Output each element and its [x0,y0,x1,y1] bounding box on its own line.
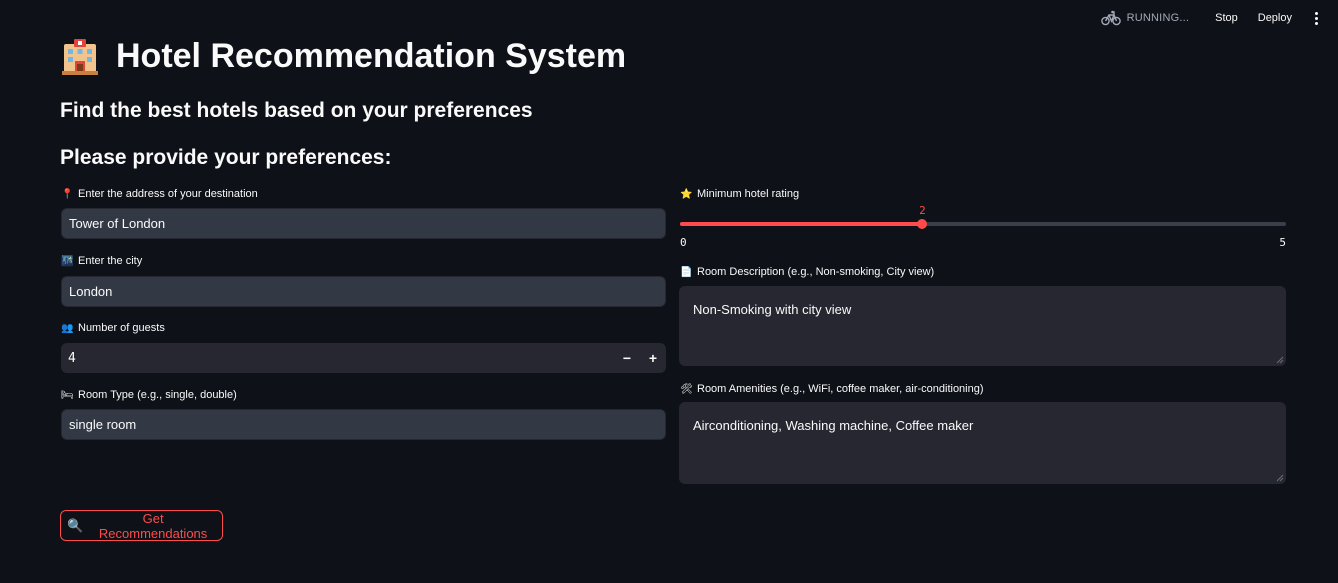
city-icon: 🌃 [61,255,74,267]
room-type-label: 🛏 Room Type (e.g., single, double) [61,389,237,401]
guests-label: 👥 Number of guests [61,322,165,334]
people-icon: 👥 [61,322,74,334]
increment-button[interactable]: + [640,343,666,373]
star-icon: ⭐ [680,188,693,200]
running-indicator: RUNNING... [1100,10,1190,26]
address-label-text: Enter the address of your destination [78,188,258,200]
main-menu-icon[interactable] [1306,11,1326,25]
page-title-text: Hotel Recommendation System [116,36,627,75]
get-recommendations-label: Get Recommendations [98,510,208,541]
address-input[interactable]: Tower of London [61,208,666,239]
description-label-text: Room Description (e.g., Non-smoking, Cit… [697,266,935,278]
pin-icon: 📍 [61,188,74,200]
description-textarea[interactable]: Non-Smoking with city view [679,286,1286,366]
slider-fill [680,222,923,226]
city-label-text: Enter the city [78,255,143,267]
guests-value[interactable]: 4 [61,351,614,366]
get-recommendations-button[interactable]: 🔍 Get Recommendations [60,510,223,541]
slider-thumb[interactable] [917,219,928,229]
amenities-value: Airconditioning, Washing machine, Coffee… [693,418,974,433]
guests-label-text: Number of guests [78,322,165,334]
city-label: 🌃 Enter the city [61,255,142,267]
document-icon: 📄 [680,266,693,278]
search-icon: 🔍 [67,517,84,533]
tools-icon: 🛠 [680,383,693,395]
amenities-label-text: Room Amenities (e.g., WiFi, coffee maker… [697,383,984,395]
top-bar: RUNNING... Stop Deploy [1100,0,1338,36]
bed-icon: 🛏 [61,389,74,401]
slider-max: 5 [1279,236,1286,249]
address-label: 📍 Enter the address of your destination [61,188,258,200]
bicycle-icon [1100,10,1121,26]
description-label: 📄 Room Description (e.g., Non-smoking, C… [680,266,934,278]
page-subtitle: Find the best hotels based on your prefe… [60,99,533,122]
slider-current-value: 2 [919,204,926,217]
room-type-input[interactable]: single room [61,409,666,440]
city-input[interactable]: London [61,276,666,307]
page-title: Hotel Recommendation System [60,36,626,76]
guests-number-input: 4 − + [61,343,666,373]
amenities-textarea[interactable]: Airconditioning, Washing machine, Coffee… [679,402,1286,484]
slider-min: 0 [680,236,687,249]
resize-handle-icon[interactable] [1276,474,1284,482]
resize-handle-icon[interactable] [1276,356,1284,364]
running-status: RUNNING... [1126,12,1190,24]
hotel-icon [62,39,98,75]
stop-button[interactable]: Stop [1205,8,1248,28]
section-heading: Please provide your preferences: [60,146,392,169]
rating-label-text: Minimum hotel rating [697,188,800,200]
rating-label: ⭐ Minimum hotel rating [680,188,799,200]
description-value: Non-Smoking with city view [693,302,852,317]
room-type-label-text: Room Type (e.g., single, double) [78,389,237,401]
decrement-button[interactable]: − [614,343,640,373]
rating-slider[interactable]: 2 0 5 [680,204,1286,249]
amenities-label: 🛠 Room Amenities (e.g., WiFi, coffee mak… [680,383,984,395]
deploy-button[interactable]: Deploy [1248,8,1302,28]
